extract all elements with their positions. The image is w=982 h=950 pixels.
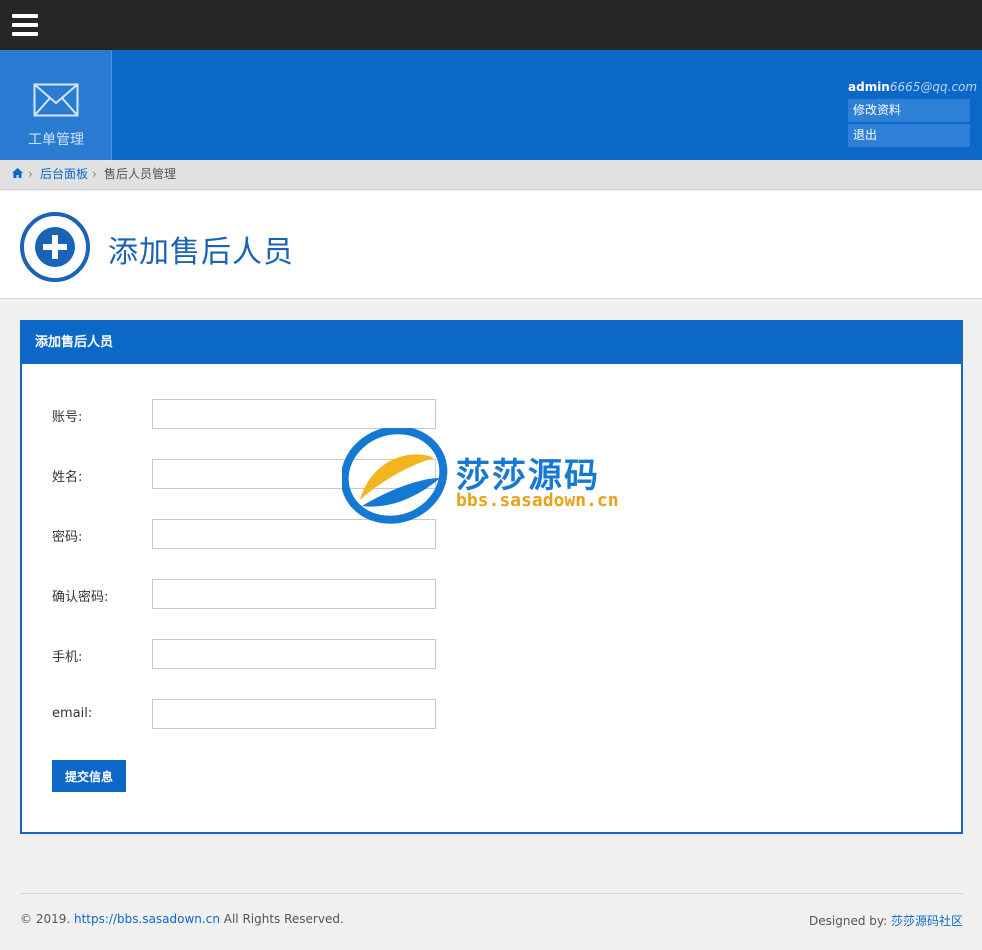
home-icon[interactable]: [12, 168, 23, 178]
email-input[interactable]: [152, 699, 436, 729]
edit-profile-link[interactable]: 修改资料: [848, 99, 970, 122]
form-row-account: 账号:: [52, 399, 472, 429]
form-row-email: email:: [52, 699, 472, 729]
user-identity: admin6665@qq.com: [848, 80, 977, 97]
module-ticket-management[interactable]: 工单管理: [0, 50, 112, 160]
plus-circle-icon: [20, 212, 90, 282]
form-row-confirm-password: 确认密码:: [52, 579, 472, 609]
designer-link[interactable]: 莎莎源码社区: [891, 914, 963, 928]
hamburger-menu-icon[interactable]: [12, 14, 38, 36]
footer-site-link[interactable]: https://bbs.sasadown.cn: [74, 912, 220, 926]
add-staff-panel: 添加售后人员 账号: 姓名: 密码: 确认密码: 手机: email: 提交信息: [20, 320, 963, 834]
footer-copyright: © 2019. https://bbs.sasadown.cn All Righ…: [20, 912, 344, 926]
phone-label: 手机:: [52, 650, 83, 665]
top-bar: [0, 0, 982, 50]
form-row-phone: 手机:: [52, 639, 472, 669]
copyright-suffix: All Rights Reserved.: [223, 912, 344, 926]
watermark-subtitle: bbs.sasadown.cn: [456, 490, 619, 511]
breadcrumb-separator: ›: [28, 167, 33, 181]
confirm-password-label: 确认密码:: [52, 590, 109, 605]
panel-title: 添加售后人员: [22, 322, 961, 364]
breadcrumb-item-dashboard[interactable]: 后台面板: [40, 160, 88, 188]
watermark-logo: 莎莎源码 bbs.sasadown.cn: [340, 426, 642, 524]
envelope-icon: [33, 83, 79, 117]
copyright-prefix: © 2019.: [20, 912, 71, 926]
password-label: 密码:: [52, 530, 83, 545]
account-input[interactable]: [152, 399, 436, 429]
page-title: 添加售后人员: [108, 235, 294, 270]
account-label: 账号:: [52, 410, 83, 425]
submit-button[interactable]: 提交信息: [52, 760, 126, 792]
user-email: 6665@qq.com: [889, 80, 978, 94]
breadcrumb-separator: ›: [92, 167, 97, 181]
breadcrumb-item-current: 售后人员管理: [104, 167, 177, 181]
header: 工单管理 admin6665@qq.com 修改资料 退出: [0, 50, 982, 160]
email-label: email:: [52, 706, 93, 721]
footer-divider: [20, 893, 963, 894]
logout-link[interactable]: 退出: [848, 124, 970, 147]
phone-input[interactable]: [152, 639, 436, 669]
designed-by-label: Designed by:: [809, 914, 888, 928]
breadcrumb: › 后台面板 › 售后人员管理: [0, 160, 982, 190]
module-label: 工单管理: [28, 132, 84, 148]
page-header: 添加售后人员: [0, 191, 982, 299]
user-name: admin: [848, 80, 890, 94]
name-label: 姓名:: [52, 470, 83, 485]
watermark-logo-icon: [340, 426, 448, 524]
footer-designed-by: Designed by: 莎莎源码社区: [809, 912, 963, 929]
user-box: admin6665@qq.com 修改资料 退出: [848, 80, 977, 147]
confirm-password-input[interactable]: [152, 579, 436, 609]
